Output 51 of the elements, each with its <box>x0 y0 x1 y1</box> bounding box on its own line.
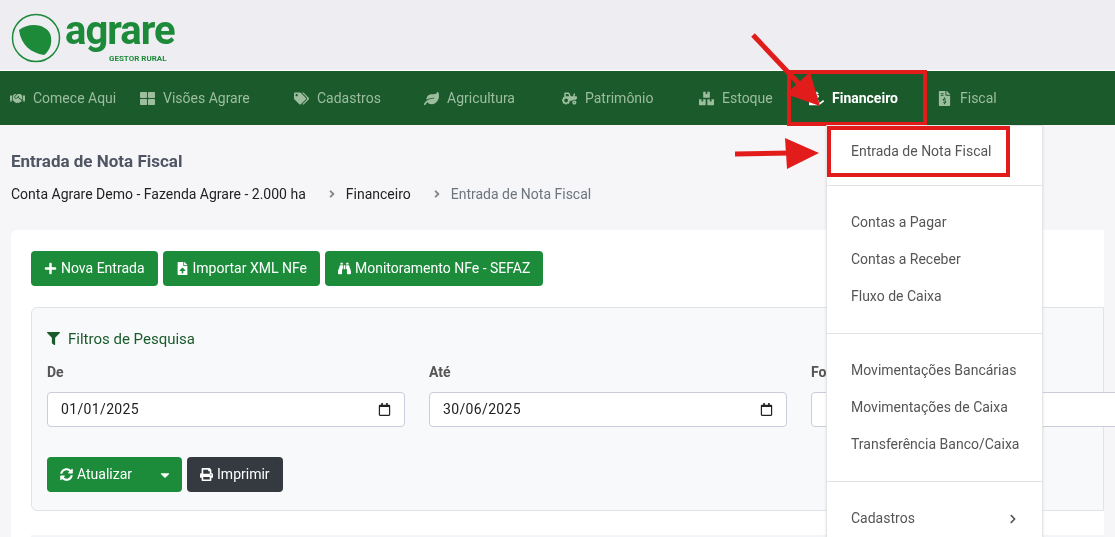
toolbar-button[interactable]: Nova Entrada <box>31 250 158 286</box>
refresh-split-button[interactable]: Atualizar <box>47 457 183 492</box>
field-label: Fo <box>811 363 827 382</box>
field-label: Até <box>429 363 451 382</box>
page-title: Entrada de Nota Fiscal <box>11 150 183 173</box>
tractor-icon <box>562 90 577 106</box>
leaf-icon <box>424 90 439 106</box>
menu-item[interactable]: Contas a Pagar <box>827 204 1042 241</box>
print-icon <box>200 468 214 481</box>
menu-item[interactable]: Entrada de Nota Fiscal <box>831 133 1006 170</box>
leaf-logo-icon <box>11 12 61 63</box>
menu-item[interactable]: Fluxo de Caixa <box>827 278 1042 315</box>
chevron-icon <box>1008 513 1018 524</box>
calendar-icon <box>378 403 391 416</box>
menu-item[interactable]: Contas a Receber <box>827 241 1042 278</box>
invoice-icon <box>937 90 952 106</box>
grid-icon <box>140 90 155 106</box>
toolbar-button[interactable]: Importar XML NFe <box>162 250 320 286</box>
print-button[interactable]: Imprimir <box>187 457 283 492</box>
upload-icon <box>175 261 189 275</box>
date-field[interactable]: 30/06/2025 <box>429 392 787 427</box>
breadcrumb-link[interactable]: Financeiro <box>345 183 411 205</box>
boxes-icon <box>699 90 714 106</box>
breadcrumb-link[interactable]: Conta Agrare Demo - Fazenda Agrare - 2.000 ha <box>11 183 306 205</box>
nav-item[interactable]: Patrimônio <box>562 87 654 109</box>
date-value: 30/06/2025 <box>443 400 521 419</box>
toolbar-button[interactable]: Monitoramento NFe - SEFAZ <box>324 250 544 286</box>
filter-icon <box>47 332 60 346</box>
binoculars-icon <box>337 261 351 275</box>
nav-item[interactable]: Cadastros <box>294 87 381 109</box>
nav-item[interactable]: Estoque <box>699 87 773 109</box>
panel-title: Filtros de Pesquisa <box>68 328 195 350</box>
breadcrumb-link[interactable]: Entrada de Nota Fiscal <box>450 183 592 205</box>
menu-item[interactable]: Movimentações de Caixa <box>827 389 1042 426</box>
logo-tagline: GESTOR RURAL <box>108 53 167 63</box>
date-value: 01/01/2025 <box>61 400 139 419</box>
field-label: De <box>47 363 64 382</box>
nav-item[interactable]: Agricultura <box>424 87 515 109</box>
button-label: Atualizar <box>77 465 133 484</box>
date-field[interactable]: 01/01/2025 <box>47 392 405 427</box>
nav-item[interactable]: Visões Agrare <box>140 87 250 109</box>
menu-item[interactable]: Movimentações Bancárias <box>827 352 1042 389</box>
calendar-icon <box>760 403 773 416</box>
nav-item[interactable]: Fiscal <box>937 87 997 109</box>
nav-item[interactable]: Comece Aqui <box>10 87 117 109</box>
menu-item[interactable]: Transferência Banco/Caixa <box>827 426 1042 463</box>
refresh-icon <box>60 468 73 481</box>
tag-icon <box>294 90 309 106</box>
plus-icon <box>44 261 57 275</box>
logo-wordmark: agrare <box>65 7 175 54</box>
menu-item[interactable]: Cadastros <box>827 500 1042 537</box>
